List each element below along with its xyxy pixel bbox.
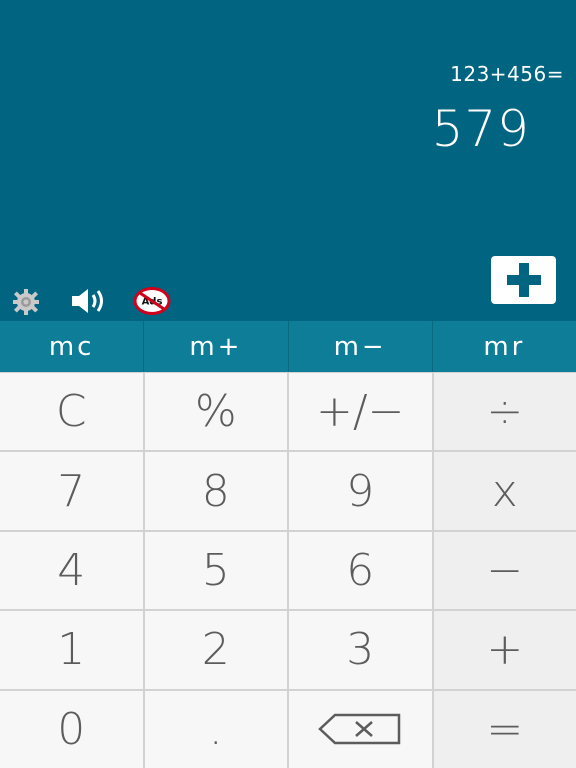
- memory-add-button[interactable]: m+: [144, 321, 289, 372]
- digit-7-button[interactable]: 7: [0, 452, 143, 530]
- result-text: 579: [431, 100, 530, 158]
- digit-6-button[interactable]: 6: [289, 531, 432, 610]
- no-ads-icon: Ads: [133, 287, 171, 315]
- digit-4-button[interactable]: 4: [0, 531, 143, 610]
- remove-ads-button[interactable]: Ads: [132, 286, 172, 316]
- digit-2-button[interactable]: 2: [144, 611, 287, 689]
- speaker-icon: [72, 289, 103, 313]
- digit-1-button[interactable]: 1: [0, 611, 143, 689]
- gear-icon: [13, 289, 39, 315]
- sound-button[interactable]: [68, 285, 112, 317]
- divide-button[interactable]: ÷: [433, 373, 576, 451]
- add-button[interactable]: [491, 256, 556, 304]
- memory-subtract-button[interactable]: m−: [289, 321, 433, 372]
- percent-button[interactable]: %: [144, 373, 287, 451]
- backspace-button[interactable]: [289, 690, 432, 768]
- minus-button[interactable]: −: [433, 531, 576, 610]
- clear-button[interactable]: C: [0, 373, 143, 451]
- plus-button[interactable]: +: [433, 611, 576, 689]
- digit-8-button[interactable]: 8: [144, 452, 287, 530]
- decimal-button[interactable]: .: [144, 690, 287, 768]
- calculator-app: 123+456= 579 mc m+ m− mr C % +/− ÷ 7 8 9…: [0, 0, 576, 768]
- memory-row: mc m+ m− mr: [0, 321, 576, 372]
- sign-toggle-button[interactable]: +/−: [289, 373, 432, 451]
- settings-button[interactable]: [8, 287, 44, 317]
- digit-9-button[interactable]: 9: [289, 452, 432, 530]
- digit-3-button[interactable]: 3: [289, 611, 432, 689]
- keypad: C % +/− ÷ 7 8 9 x 4 5 6 − 1 2 3 + 0 . =: [0, 372, 576, 768]
- memory-recall-button[interactable]: mr: [433, 321, 576, 372]
- memory-clear-button[interactable]: mc: [0, 321, 145, 372]
- digit-5-button[interactable]: 5: [144, 531, 287, 610]
- equals-button[interactable]: =: [433, 690, 576, 768]
- expression-text: 123+456=: [450, 62, 564, 86]
- multiply-button[interactable]: x: [433, 452, 576, 530]
- plus-icon: [506, 263, 541, 297]
- digit-0-button[interactable]: 0: [0, 690, 143, 768]
- backspace-icon: [318, 714, 401, 745]
- display-panel: 123+456= 579: [0, 0, 576, 321]
